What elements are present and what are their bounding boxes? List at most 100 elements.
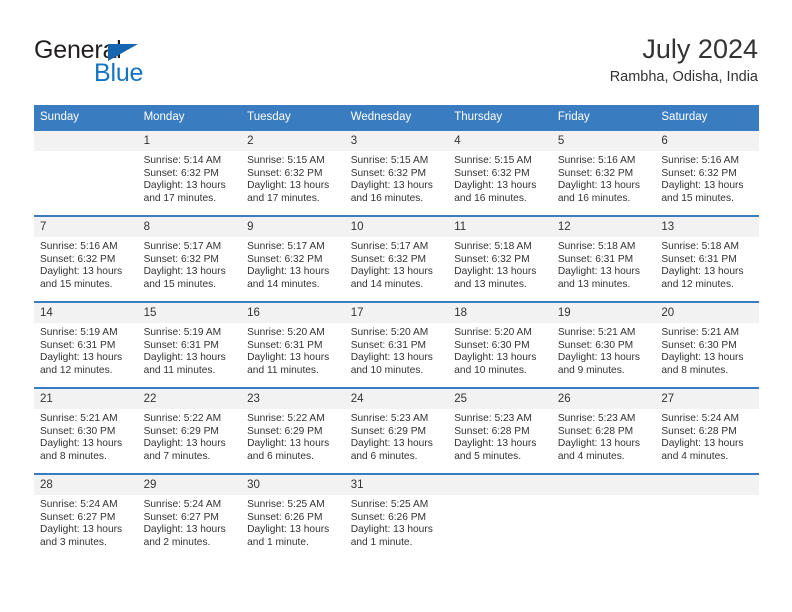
day-cell-inner: 26 Sunrise: 5:23 AM Sunset: 6:28 PM Dayligh… (551, 389, 656, 473)
calendar-day-cell[interactable]: 11 Sunrise: 5:18 AM Sunset: 6:32 PM Dayligh… (448, 215, 552, 302)
sunset-text: Sunset: 6:31 PM (143, 339, 219, 351)
daylight-text-line1: Daylight: 13 hours (40, 266, 123, 278)
calendar-day-cell[interactable]: 10 Sunrise: 5:17 AM Sunset: 6:32 PM Dayligh… (344, 215, 449, 302)
calendar-page: General Blue July 2024 Rambha, Odisha, I… (0, 0, 792, 612)
sunrise-text: Sunrise: 5:16 AM (557, 155, 636, 166)
calendar-week-row: 28 Sunrise: 5:24 AM Sunset: 6:27 PM Dayligh… (34, 473, 759, 559)
day-number: 30 (241, 475, 345, 495)
calendar-day-cell[interactable]: 21 Sunrise: 5:21 AM Sunset: 6:30 PM Dayligh… (34, 387, 138, 474)
sunset-text: Sunset: 6:32 PM (454, 167, 530, 179)
daylight-text-line2: and 4 minutes. (661, 450, 729, 462)
daylight-text-line2: and 10 minutes. (454, 364, 527, 376)
daylight-text-line1: Daylight: 13 hours (247, 266, 330, 278)
day-cell-inner: 27 Sunrise: 5:24 AM Sunset: 6:28 PM Dayligh… (655, 389, 759, 473)
day-sun-info: Sunrise: 5:21 AM Sunset: 6:30 PM Daylight:… (34, 409, 138, 463)
day-cell-inner: 9 Sunrise: 5:17 AM Sunset: 6:32 PM Daylight… (241, 217, 345, 301)
day-cell-inner: 6 Sunrise: 5:16 AM Sunset: 6:32 PM Daylight… (655, 131, 759, 215)
calendar-day-cell[interactable]: 23 Sunrise: 5:22 AM Sunset: 6:29 PM Dayligh… (241, 387, 345, 474)
day-number: 12 (551, 217, 656, 237)
calendar-day-cell[interactable]: 4 Sunrise: 5:15 AM Sunset: 6:32 PM Daylight… (448, 129, 552, 216)
calendar-day-cell[interactable]: 18 Sunrise: 5:20 AM Sunset: 6:30 PM Dayligh… (448, 301, 552, 388)
daylight-text-line1: Daylight: 13 hours (143, 180, 226, 192)
day-cell-inner (551, 475, 656, 559)
daylight-text-line1: Daylight: 13 hours (661, 180, 744, 192)
calendar-day-cell[interactable]: 22 Sunrise: 5:22 AM Sunset: 6:29 PM Dayligh… (137, 387, 242, 474)
calendar-cell-empty (448, 473, 552, 559)
day-sun-info: Sunrise: 5:17 AM Sunset: 6:32 PM Daylight:… (138, 237, 242, 291)
day-sun-info: Sunrise: 5:24 AM Sunset: 6:27 PM Daylight:… (34, 495, 138, 549)
calendar-day-cell[interactable]: 29 Sunrise: 5:24 AM Sunset: 6:27 PM Dayligh… (137, 473, 242, 559)
calendar-day-cell[interactable]: 17 Sunrise: 5:20 AM Sunset: 6:31 PM Dayligh… (344, 301, 449, 388)
day-sun-info: Sunrise: 5:15 AM Sunset: 6:32 PM Daylight:… (241, 151, 345, 205)
daylight-text-line1: Daylight: 13 hours (350, 352, 433, 364)
calendar-day-cell[interactable]: 6 Sunrise: 5:16 AM Sunset: 6:32 PM Daylight… (655, 129, 759, 216)
daylight-text-line1: Daylight: 13 hours (557, 180, 640, 192)
sunrise-text: Sunrise: 5:22 AM (143, 413, 222, 424)
general-blue-logo[interactable]: General Blue (34, 36, 234, 92)
daylight-text-line1: Daylight: 13 hours (40, 524, 123, 536)
calendar-day-cell[interactable]: 19 Sunrise: 5:21 AM Sunset: 6:30 PM Dayligh… (551, 301, 656, 388)
day-number: 3 (344, 131, 449, 151)
day-sun-info: Sunrise: 5:21 AM Sunset: 6:30 PM Daylight:… (552, 323, 656, 377)
day-cell-inner: 18 Sunrise: 5:20 AM Sunset: 6:30 PM Dayligh… (448, 303, 552, 387)
day-cell-inner: 17 Sunrise: 5:20 AM Sunset: 6:31 PM Dayligh… (344, 303, 449, 387)
daylight-text-line1: Daylight: 13 hours (40, 438, 123, 450)
day-number: 4 (448, 131, 552, 151)
calendar-week-row: 1 Sunrise: 5:14 AM Sunset: 6:32 PM Daylight… (34, 129, 759, 216)
calendar-day-cell[interactable]: 15 Sunrise: 5:19 AM Sunset: 6:31 PM Dayligh… (137, 301, 242, 388)
calendar-day-cell[interactable]: 25 Sunrise: 5:23 AM Sunset: 6:28 PM Dayligh… (448, 387, 552, 474)
daylight-text-line2: and 15 minutes. (661, 192, 734, 204)
sunset-text: Sunset: 6:31 PM (661, 253, 737, 265)
calendar-day-cell[interactable]: 16 Sunrise: 5:20 AM Sunset: 6:31 PM Dayligh… (241, 301, 345, 388)
daylight-text-line2: and 16 minutes. (557, 192, 631, 204)
calendar-day-cell[interactable]: 14 Sunrise: 5:19 AM Sunset: 6:31 PM Dayligh… (34, 301, 138, 388)
sunset-text: Sunset: 6:31 PM (350, 339, 427, 351)
sunset-text: Sunset: 6:32 PM (40, 253, 116, 265)
sunset-text: Sunset: 6:32 PM (454, 253, 530, 265)
calendar-day-cell[interactable]: 9 Sunrise: 5:17 AM Sunset: 6:32 PM Daylight… (241, 215, 345, 302)
weekday-header-wednesday: Wednesday (344, 105, 449, 130)
daylight-text-line2: and 16 minutes. (454, 192, 527, 204)
daylight-text-line2: and 6 minutes. (350, 450, 418, 462)
calendar-week-row: 7 Sunrise: 5:16 AM Sunset: 6:32 PM Daylight… (34, 215, 759, 302)
calendar-day-cell[interactable]: 2 Sunrise: 5:15 AM Sunset: 6:32 PM Daylight… (241, 129, 345, 216)
daylight-text-line1: Daylight: 13 hours (350, 266, 433, 278)
daylight-text-line1: Daylight: 13 hours (247, 438, 330, 450)
day-sun-info: Sunrise: 5:16 AM Sunset: 6:32 PM Daylight:… (34, 237, 138, 291)
day-number: 16 (241, 303, 345, 323)
weekday-header-tuesday: Tuesday (241, 105, 345, 130)
sunrise-text: Sunrise: 5:22 AM (247, 413, 325, 424)
calendar-day-cell[interactable]: 8 Sunrise: 5:17 AM Sunset: 6:32 PM Daylight… (137, 215, 242, 302)
day-sun-info: Sunrise: 5:18 AM Sunset: 6:32 PM Daylight:… (448, 237, 552, 291)
calendar-day-cell[interactable]: 20 Sunrise: 5:21 AM Sunset: 6:30 PM Dayligh… (655, 301, 759, 388)
day-number: 17 (344, 303, 449, 323)
sunset-text: Sunset: 6:29 PM (350, 425, 427, 437)
daylight-text-line2: and 4 minutes. (557, 450, 625, 462)
day-cell-inner: 19 Sunrise: 5:21 AM Sunset: 6:30 PM Dayligh… (551, 303, 656, 387)
day-number: 24 (344, 389, 449, 409)
calendar-day-cell[interactable]: 24 Sunrise: 5:23 AM Sunset: 6:29 PM Dayligh… (344, 387, 449, 474)
calendar-day-cell[interactable]: 28 Sunrise: 5:24 AM Sunset: 6:27 PM Dayligh… (34, 473, 138, 559)
calendar-day-cell[interactable]: 27 Sunrise: 5:24 AM Sunset: 6:28 PM Dayligh… (655, 387, 759, 474)
page-header: General Blue July 2024 Rambha, Odisha, I… (34, 32, 758, 94)
sunrise-text: Sunrise: 5:21 AM (40, 413, 118, 424)
daylight-text-line2: and 15 minutes. (40, 278, 113, 290)
calendar-day-cell[interactable]: 30 Sunrise: 5:25 AM Sunset: 6:26 PM Dayligh… (241, 473, 345, 559)
daylight-text-line2: and 5 minutes. (454, 450, 522, 462)
calendar-day-cell[interactable]: 5 Sunrise: 5:16 AM Sunset: 6:32 PM Daylight… (551, 129, 656, 216)
calendar-day-cell[interactable]: 1 Sunrise: 5:14 AM Sunset: 6:32 PM Daylight… (137, 129, 242, 216)
calendar-day-cell[interactable]: 26 Sunrise: 5:23 AM Sunset: 6:28 PM Dayligh… (551, 387, 656, 474)
calendar-day-cell[interactable]: 7 Sunrise: 5:16 AM Sunset: 6:32 PM Daylight… (34, 215, 138, 302)
day-number: 13 (655, 217, 759, 237)
sunrise-text: Sunrise: 5:23 AM (557, 413, 636, 424)
sunset-text: Sunset: 6:27 PM (40, 511, 116, 523)
calendar-day-cell[interactable]: 3 Sunrise: 5:15 AM Sunset: 6:32 PM Daylight… (344, 129, 449, 216)
calendar-day-cell[interactable]: 31 Sunrise: 5:25 AM Sunset: 6:26 PM Dayligh… (344, 473, 449, 559)
day-number: 7 (34, 217, 138, 237)
daylight-text-line1: Daylight: 13 hours (40, 352, 123, 364)
calendar-day-cell[interactable]: 13 Sunrise: 5:18 AM Sunset: 6:31 PM Dayligh… (655, 215, 759, 302)
page-subtitle: Rambha, Odisha, India (609, 69, 758, 85)
calendar-day-cell[interactable]: 12 Sunrise: 5:18 AM Sunset: 6:31 PM Dayligh… (551, 215, 656, 302)
daylight-text-line2: and 10 minutes. (350, 364, 424, 376)
calendar-body: 1 Sunrise: 5:14 AM Sunset: 6:32 PM Daylight… (34, 129, 759, 559)
